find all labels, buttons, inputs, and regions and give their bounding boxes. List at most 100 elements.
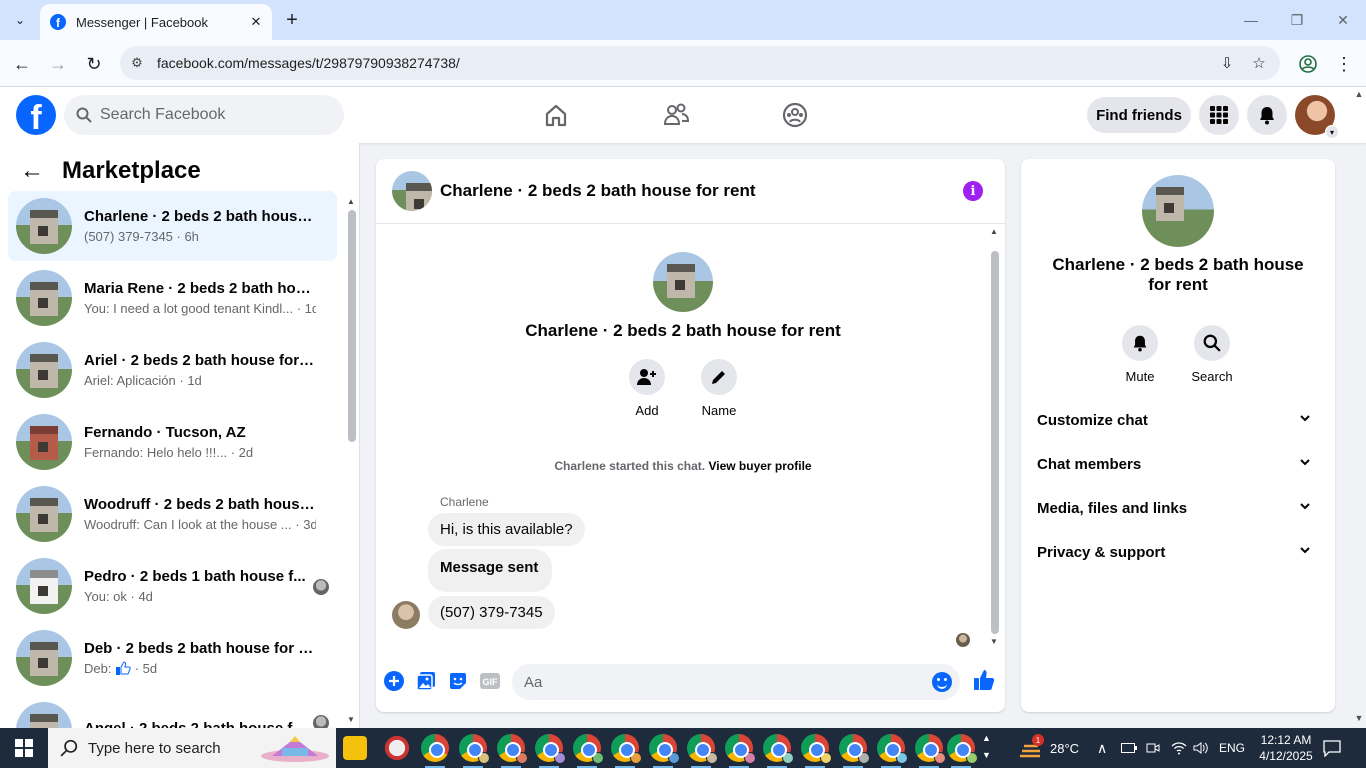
account-chevron-down-icon[interactable]: ▾ <box>1325 125 1339 139</box>
message-input[interactable] <box>524 673 904 691</box>
conversation-item-angel[interactable]: Angel · 2 beds 2 bath house f... <box>8 695 337 728</box>
chrome-icon[interactable] <box>421 734 449 768</box>
chrome-profile-icon[interactable] <box>801 734 832 768</box>
menu-grid-icon[interactable] <box>1199 95 1239 135</box>
back-icon[interactable]: ← <box>8 50 36 78</box>
chrome-profile-icon[interactable] <box>459 734 490 768</box>
message-bubble[interactable]: (507) 379-7345 <box>428 596 555 629</box>
emoji-icon[interactable] <box>932 672 952 692</box>
chat-members-section[interactable]: Chat members <box>1029 442 1327 486</box>
like-thumbs-up-icon[interactable] <box>972 668 996 692</box>
meet-now-icon[interactable] <box>1146 728 1160 768</box>
reload-icon[interactable]: ↻ <box>80 50 108 78</box>
message-bubble[interactable]: Message sent <box>428 549 553 592</box>
chrome-profile-icon[interactable] <box>497 734 528 768</box>
conversation-item-deb[interactable]: Deb · 2 beds 2 bath house for rent Deb: … <box>8 623 337 693</box>
sender-avatar[interactable] <box>392 601 420 629</box>
bookmark-star-icon[interactable]: ☆ <box>1244 46 1274 80</box>
search-in-chat-button[interactable]: Search <box>1182 325 1242 384</box>
facebook-search[interactable] <box>64 95 344 135</box>
taskbar-overflow-chevron-icon[interactable]: ▲ ▼ <box>982 730 991 764</box>
sticky-notes-icon[interactable] <box>343 736 367 760</box>
chrome-profile-icon[interactable] <box>611 734 642 768</box>
scroll-down-arrow-icon[interactable]: ▼ <box>347 715 355 724</box>
browser-menu-icon[interactable]: ⋮ <box>1330 50 1358 78</box>
weather-widget[interactable]: 1 28°C <box>1018 728 1079 768</box>
chrome-profile-icon[interactable] <box>839 734 870 768</box>
customize-chat-section[interactable]: Customize chat <box>1029 398 1327 442</box>
chat-title[interactable]: Charlene · 2 beds 2 bath house for rent <box>440 181 756 201</box>
app-icon[interactable] <box>383 734 411 762</box>
notifications-bell-icon[interactable] <box>1247 95 1287 135</box>
taskbar-clock[interactable]: 12:12 AM 4/12/2025 <box>1254 728 1318 768</box>
facebook-logo-icon[interactable]: f <box>16 95 56 135</box>
scroll-up-arrow-icon[interactable]: ▲ <box>347 197 355 206</box>
sticker-icon[interactable] <box>447 670 469 692</box>
friends-icon[interactable] <box>660 99 692 131</box>
chrome-profile-icon[interactable] <box>877 734 908 768</box>
restore-icon[interactable]: ❐ <box>1274 0 1320 40</box>
url-text[interactable]: facebook.com/messages/t/2987979093827473… <box>157 55 460 71</box>
browser-tab[interactable]: f Messenger | Facebook ✕ <box>40 4 272 40</box>
battery-icon[interactable] <box>1121 728 1137 768</box>
forward-icon[interactable]: → <box>44 50 72 78</box>
account-avatar[interactable]: ▾ <box>1295 95 1339 139</box>
conversation-item-fernando[interactable]: Fernando · Tucson, AZ Fernando: Helo hel… <box>8 407 337 477</box>
site-info-icon[interactable]: ⚙ <box>120 55 154 71</box>
add-people-button[interactable]: Add <box>617 359 677 418</box>
find-friends-button[interactable]: Find friends <box>1087 97 1191 133</box>
minimize-icon[interactable]: — <box>1228 0 1274 40</box>
privacy-support-section[interactable]: Privacy & support <box>1029 530 1327 574</box>
chrome-profile-icon[interactable] <box>763 734 794 768</box>
input-language[interactable]: ENG <box>1219 728 1245 768</box>
chrome-profile-icon[interactable] <box>947 734 978 768</box>
scroll-down-arrow-icon[interactable]: ▼ <box>990 637 998 646</box>
name-chat-button[interactable]: Name <box>689 359 749 418</box>
chrome-profile-icon[interactable] <box>687 734 718 768</box>
photo-gallery-icon[interactable] <box>415 670 437 692</box>
new-tab-icon[interactable]: + <box>280 8 304 32</box>
chat-scrollbar[interactable]: ▲ ▼ <box>988 225 1002 650</box>
media-files-links-section[interactable]: Media, files and links <box>1029 486 1327 530</box>
sidebar-scrollbar[interactable]: ▲ ▼ <box>347 197 356 727</box>
scroll-up-arrow-icon[interactable]: ▲ <box>990 227 998 236</box>
chrome-profile-icon[interactable] <box>725 734 756 768</box>
chrome-profile-icon[interactable] <box>535 734 566 768</box>
address-bar[interactable]: ⚙ facebook.com/messages/t/29879790938274… <box>120 46 1280 80</box>
home-icon[interactable] <box>540 99 572 131</box>
show-hidden-icons-chevron-icon[interactable]: ∧ <box>1097 728 1107 768</box>
groups-icon[interactable] <box>779 99 811 131</box>
conversation-item-ariel[interactable]: Ariel · 2 beds 2 bath house for r... Ari… <box>8 335 337 405</box>
tab-close-icon[interactable]: ✕ <box>246 12 266 32</box>
gif-icon[interactable]: GIF <box>479 670 501 692</box>
install-app-icon[interactable]: ⇩ <box>1212 46 1242 80</box>
message-input-box[interactable] <box>512 664 960 700</box>
scrollbar-thumb[interactable] <box>348 210 356 442</box>
chrome-profile-icon[interactable] <box>915 734 946 768</box>
conversation-item-charlene[interactable]: Charlene · 2 beds 2 bath house f... (507… <box>8 191 337 261</box>
view-buyer-profile-link[interactable]: View buyer profile <box>708 459 811 473</box>
profile-icon[interactable] <box>1294 50 1322 78</box>
notifications-center-icon[interactable] <box>1322 728 1342 768</box>
windows-start-icon[interactable] <box>0 728 48 768</box>
plus-icon[interactable] <box>383 670 405 692</box>
conversation-item-pedro[interactable]: Pedro · 2 beds 1 bath house f... You: ok… <box>8 551 337 621</box>
chrome-profile-icon[interactable] <box>649 734 680 768</box>
back-arrow-icon[interactable]: ← <box>20 157 44 185</box>
message-bubble[interactable]: Hi, is this available? <box>428 513 585 546</box>
volume-icon[interactable] <box>1193 728 1209 768</box>
mute-button[interactable]: Mute <box>1110 325 1170 384</box>
conversation-item-maria-rene[interactable]: Maria Rene · 2 beds 2 bath hous... You: … <box>8 263 337 333</box>
conversation-item-woodruff[interactable]: Woodruff · 2 beds 2 bath house ... Woodr… <box>8 479 337 549</box>
scrollbar-thumb[interactable] <box>991 251 999 634</box>
facebook-search-input[interactable] <box>100 106 320 124</box>
taskbar-search[interactable]: Type here to search <box>48 728 336 768</box>
page-scroll-up-arrow-icon[interactable]: ▲ <box>1352 89 1366 99</box>
chat-header-thumbnail[interactable] <box>392 171 432 211</box>
window-close-icon[interactable]: ✕ <box>1320 0 1366 40</box>
page-scroll-down-arrow-icon[interactable]: ▼ <box>1352 713 1366 723</box>
tab-search-dropdown-icon[interactable]: ⌄ <box>6 6 34 34</box>
wifi-icon[interactable] <box>1171 728 1187 768</box>
chrome-profile-icon[interactable] <box>573 734 604 768</box>
info-icon[interactable]: i <box>963 181 983 201</box>
